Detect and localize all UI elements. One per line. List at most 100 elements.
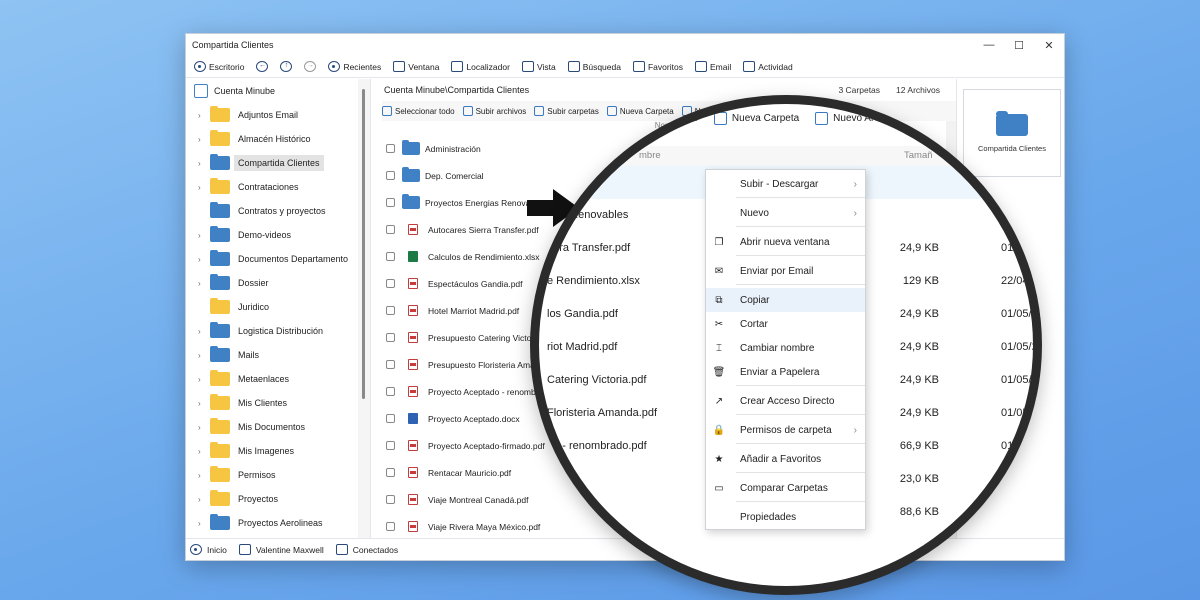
- sidebar-item[interactable]: › Mails: [186, 343, 370, 367]
- forward-button[interactable]: →: [300, 57, 322, 77]
- context-menu-item[interactable]: Subir - Descargar ›: [706, 172, 865, 198]
- folder-lock-icon: 🔒: [712, 424, 726, 436]
- chevron-right-icon[interactable]: ›: [198, 447, 210, 456]
- context-menu-item[interactable]: ⌶ Cambiar nombre: [706, 336, 865, 360]
- chevron-right-icon[interactable]: ›: [198, 135, 210, 144]
- chevron-right-icon[interactable]: ›: [198, 255, 210, 264]
- toolbar-localizador-button[interactable]: Localizador: [447, 57, 515, 77]
- zoomed-file-date: 01/05: [1001, 473, 1029, 485]
- context-menu-item[interactable]: Propiedades: [706, 505, 865, 529]
- sidebar-scrollbar[interactable]: [358, 79, 370, 538]
- up-button[interactable]: ↑: [276, 57, 298, 77]
- toolbar-recientes-button[interactable]: Recientes: [324, 57, 387, 77]
- back-button[interactable]: ←: [252, 57, 274, 77]
- sidebar-item[interactable]: › Mis Clientes: [186, 391, 370, 415]
- context-menu-item[interactable]: ✂ Cortar: [706, 312, 865, 336]
- context-menu-item[interactable]: ↗ Crear Acceso Directo: [706, 389, 865, 415]
- file-name: Proyecto Aceptado-firmado.pdf: [428, 440, 545, 451]
- sidebar-item[interactable]: › Proyectos Aerolineas: [186, 511, 370, 535]
- chevron-right-icon[interactable]: ›: [198, 231, 210, 240]
- sidebar-item[interactable]: Juridico: [186, 295, 370, 319]
- row-checkbox[interactable]: [386, 441, 395, 450]
- sidebar-item[interactable]: › Dossier: [186, 271, 370, 295]
- toolbar-escritorio-button[interactable]: Escritorio: [190, 57, 250, 77]
- context-menu-item[interactable]: 🗑 Enviar a Papelera: [706, 360, 865, 386]
- scrollbar-thumb[interactable]: [362, 89, 365, 399]
- minimize-button[interactable]: —: [974, 34, 1004, 56]
- context-menu-item[interactable]: 🔒 Permisos de carpeta ›: [706, 418, 865, 444]
- sidebar-item[interactable]: › Contrataciones: [186, 175, 370, 199]
- sidebar-item[interactable]: › Permisos: [186, 463, 370, 487]
- zoomed-column-size[interactable]: Tamañ: [904, 150, 933, 161]
- toolbar-favoritos-button[interactable]: Favoritos: [629, 57, 689, 77]
- zoomed-upload-folders[interactable]: etas: [679, 113, 698, 124]
- select-all-button[interactable]: Seleccionar todo: [382, 106, 455, 116]
- row-checkbox[interactable]: [386, 495, 395, 504]
- sidebar-item[interactable]: › Logistica Distribución: [186, 319, 370, 343]
- context-menu-item[interactable]: ❐ Abrir nueva ventana: [706, 230, 865, 256]
- chevron-right-icon[interactable]: ›: [198, 375, 210, 384]
- row-checkbox[interactable]: [386, 468, 395, 477]
- row-checkbox[interactable]: [386, 522, 395, 531]
- row-checkbox[interactable]: [386, 279, 395, 288]
- sidebar-item[interactable]: › Mis Imagenes: [186, 439, 370, 463]
- sidebar-item[interactable]: › Proyectos: [186, 487, 370, 511]
- row-checkbox[interactable]: [386, 225, 395, 234]
- chevron-right-icon[interactable]: ›: [198, 279, 210, 288]
- chevron-right-icon[interactable]: ›: [198, 351, 210, 360]
- zoomed-new-file-button[interactable]: Nuevo Archiv: [815, 112, 892, 125]
- sidebar-item[interactable]: › Metaenlaces: [186, 367, 370, 391]
- toolbar-actividad-button[interactable]: Actividad: [739, 57, 799, 77]
- chevron-right-icon[interactable]: ›: [198, 495, 210, 504]
- chevron-right-icon: ›: [853, 207, 857, 219]
- toolbar-vista-button[interactable]: Vista: [518, 57, 562, 77]
- toolbar-label: Actividad: [758, 61, 793, 72]
- sidebar-item[interactable]: › Demo-videos: [186, 223, 370, 247]
- row-checkbox[interactable]: [386, 414, 395, 423]
- status-connected[interactable]: Conectados: [335, 544, 398, 555]
- connected-icon: [335, 544, 348, 555]
- sidebar-item[interactable]: › Compartida Clientes: [186, 151, 370, 175]
- row-checkbox[interactable]: [386, 144, 395, 153]
- context-menu-item[interactable]: Nuevo ›: [706, 201, 865, 227]
- sidebar-item[interactable]: Contratos y proyectos: [186, 199, 370, 223]
- row-checkbox[interactable]: [386, 306, 395, 315]
- chevron-right-icon[interactable]: ›: [198, 327, 210, 336]
- upload-files-button[interactable]: Subir archivos: [462, 106, 526, 116]
- zoomed-file-date: 01/05/: [1001, 374, 1032, 386]
- context-menu-item[interactable]: ▭ Comparar Carpetas: [706, 476, 865, 502]
- toolbar-busqueda-button[interactable]: Búsqueda: [564, 57, 627, 77]
- zoomed-column-name[interactable]: mbre: [639, 150, 661, 161]
- row-checkbox[interactable]: [386, 198, 395, 207]
- close-button[interactable]: ✕: [1034, 34, 1064, 56]
- row-checkbox[interactable]: [386, 333, 395, 342]
- sidebar-item[interactable]: › Almacén Histórico: [186, 127, 370, 151]
- file-name: Presupuesto Catering Victori: [428, 332, 537, 343]
- chevron-right-icon[interactable]: ›: [198, 159, 210, 168]
- status-home-button[interactable]: Inicio: [190, 544, 227, 555]
- row-checkbox[interactable]: [386, 252, 395, 261]
- file-name: Proyecto Aceptado.docx: [428, 413, 520, 424]
- chevron-right-icon[interactable]: ›: [198, 519, 210, 528]
- folder-icon: [210, 178, 230, 194]
- chevron-right-icon[interactable]: ›: [198, 471, 210, 480]
- chevron-right-icon[interactable]: ›: [198, 399, 210, 408]
- chevron-right-icon[interactable]: ›: [198, 423, 210, 432]
- chevron-right-icon[interactable]: ›: [198, 111, 210, 120]
- sidebar-item[interactable]: › Mis Documentos: [186, 415, 370, 439]
- sidebar-item[interactable]: › Documentos Departamento: [186, 247, 370, 271]
- context-menu-item[interactable]: ★ Añadir a Favoritos: [706, 447, 865, 473]
- status-user[interactable]: Valentine Maxwell: [238, 544, 324, 555]
- toolbar-email-button[interactable]: Email: [691, 57, 737, 77]
- toolbar-ventana-button[interactable]: Ventana: [389, 57, 445, 77]
- chevron-right-icon[interactable]: ›: [198, 183, 210, 192]
- zoomed-new-folder-button[interactable]: Nueva Carpeta: [713, 112, 799, 125]
- tree-root-item[interactable]: Cuenta Minube: [186, 79, 370, 103]
- maximize-button[interactable]: ☐: [1004, 34, 1034, 56]
- row-checkbox[interactable]: [386, 360, 395, 369]
- context-menu-item[interactable]: ✉ Enviar por Email: [706, 259, 865, 285]
- sidebar-item[interactable]: › Adjuntos Email: [186, 103, 370, 127]
- row-checkbox[interactable]: [386, 387, 395, 396]
- row-checkbox[interactable]: [386, 171, 395, 180]
- context-menu-item[interactable]: ⧉ Copiar: [706, 288, 865, 312]
